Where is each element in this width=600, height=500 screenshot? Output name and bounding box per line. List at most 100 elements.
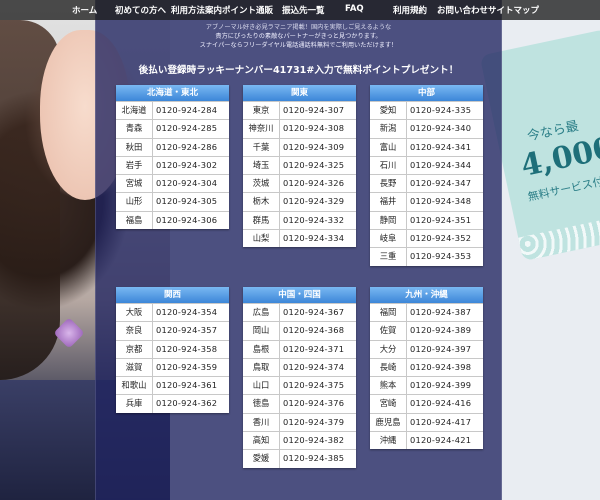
table-row: 和歌山 0120-924-361 (116, 376, 229, 395)
phone-number-link[interactable]: 0120-924-352 (410, 230, 471, 247)
phone-number-link[interactable]: 0120-924-361 (156, 377, 217, 394)
phone-number-link[interactable]: 0120-924-340 (410, 120, 471, 137)
phone-number-link[interactable]: 0120-924-376 (283, 395, 344, 412)
nav-item-7[interactable]: お問い合わせ (437, 4, 488, 16)
phone-number-link[interactable]: 0120-924-357 (156, 322, 217, 339)
nav-item-2[interactable]: 利用方法案内 (171, 4, 222, 16)
phone-number-link[interactable]: 0120-924-285 (156, 120, 217, 137)
table-row: 滋賀 0120-924-359 (116, 357, 229, 377)
nav-item-5[interactable]: FAQ (345, 4, 364, 14)
table-row: 奈良 0120-924-357 (116, 321, 229, 340)
prefecture-name: 岩手 (116, 156, 153, 175)
prefecture-name: 栃木 (243, 193, 280, 211)
phone-number-link[interactable]: 0120-924-362 (156, 395, 217, 412)
phone-number-link[interactable]: 0120-924-399 (410, 377, 471, 394)
phone-number-link[interactable]: 0120-924-308 (283, 120, 344, 137)
phone-number-link[interactable]: 0120-924-347 (410, 175, 471, 192)
table-row: 新潟 0120-924-340 (370, 119, 483, 138)
table-row: 山形 0120-924-305 (116, 192, 229, 211)
phone-number-link[interactable]: 0120-924-389 (410, 322, 471, 339)
prefecture-name: 和歌山 (116, 377, 153, 395)
phone-number-link[interactable]: 0120-924-382 (283, 432, 344, 449)
phone-number-link[interactable]: 0120-924-334 (283, 230, 344, 247)
phone-number-link[interactable]: 0120-924-353 (410, 248, 471, 265)
phone-number-link[interactable]: 0120-924-302 (156, 157, 217, 174)
prefecture-name: 滋賀 (116, 358, 153, 377)
table-row: 山梨 0120-924-334 (243, 229, 356, 248)
phone-number-link[interactable]: 0120-924-304 (156, 175, 217, 192)
nav-item-4[interactable]: 振込先一覧 (282, 4, 325, 16)
table-row: 京都 0120-924-358 (116, 339, 229, 358)
phone-number-link[interactable]: 0120-924-332 (283, 212, 344, 229)
table-row: 茨城 0120-924-326 (243, 174, 356, 193)
nav-item-8[interactable]: サイトマップ (488, 4, 539, 16)
phone-number-link[interactable]: 0120-924-344 (410, 157, 471, 174)
phone-number-link[interactable]: 0120-924-397 (410, 341, 471, 358)
prefecture-name: 鳥取 (243, 358, 280, 377)
phone-number-link[interactable]: 0120-924-417 (410, 414, 471, 431)
region-table: 中国・四国 広島 0120-924-367 岡山 0120-924-368 島根 0120-… (243, 287, 356, 468)
nav-item-3[interactable]: ポイント通販 (222, 4, 273, 16)
phone-number-link[interactable]: 0120-924-286 (156, 139, 217, 156)
nav-item-6[interactable]: 利用規約 (393, 4, 427, 16)
table-row: 石川 0120-924-344 (370, 155, 483, 175)
phone-number-link[interactable]: 0120-924-306 (156, 212, 217, 229)
phone-number-link[interactable]: 0120-924-307 (283, 102, 344, 119)
phone-number-link[interactable]: 0120-924-359 (156, 359, 217, 376)
prefecture-name: 長崎 (370, 358, 407, 377)
prefecture-name: 群馬 (243, 211, 280, 230)
table-row: 秋田 0120-924-286 (116, 137, 229, 156)
phone-number-link[interactable]: 0120-924-325 (283, 157, 344, 174)
table-row: 徳島 0120-924-376 (243, 394, 356, 413)
intro-line-2: 貴方にぴったりの素敵なパートナーがきっと見つかります。 (215, 33, 382, 40)
phone-number-link[interactable]: 0120-924-375 (283, 377, 344, 394)
region-header: 中部 (370, 85, 483, 101)
table-row: 千葉 0120-924-309 (243, 137, 356, 156)
prefecture-name: 山形 (116, 193, 153, 211)
prefecture-name: 青森 (116, 120, 153, 138)
phone-number-link[interactable]: 0120-924-358 (156, 341, 217, 358)
lucky-number-banner: 後払い登録時ラッキーナンバー41731#入力で無料ポイントプレゼント！ (138, 65, 459, 76)
prefecture-name: 山口 (243, 377, 280, 395)
nav-item-0[interactable]: ホーム (72, 4, 97, 16)
phone-number-link[interactable]: 0120-924-367 (283, 304, 344, 321)
prefecture-name: 石川 (370, 156, 407, 175)
phone-number-link[interactable]: 0120-924-354 (156, 304, 217, 321)
phone-number-link[interactable]: 0120-924-416 (410, 395, 471, 412)
phone-number-link[interactable]: 0120-924-309 (283, 139, 344, 156)
table-row: 群馬 0120-924-332 (243, 210, 356, 230)
phone-number-link[interactable]: 0120-924-351 (410, 212, 471, 229)
phone-number-link[interactable]: 0120-924-421 (410, 432, 471, 449)
prefecture-name: 奈良 (116, 322, 153, 340)
phone-number-link[interactable]: 0120-924-374 (283, 359, 344, 376)
table-row: 山口 0120-924-375 (243, 376, 356, 395)
phone-number-link[interactable]: 0120-924-335 (410, 102, 471, 119)
region-header: 関東 (243, 85, 356, 101)
phone-number-link[interactable]: 0120-924-379 (283, 414, 344, 431)
table-row: 福井 0120-924-348 (370, 192, 483, 211)
table-row: 鳥取 0120-924-374 (243, 357, 356, 377)
prefecture-name: 愛知 (370, 102, 407, 120)
phone-number-link[interactable]: 0120-924-387 (410, 304, 471, 321)
phone-number-link[interactable]: 0120-924-398 (410, 359, 471, 376)
table-row: 栃木 0120-924-329 (243, 192, 356, 211)
prefecture-name: 高知 (243, 432, 280, 450)
table-row: 熊本 0120-924-399 (370, 376, 483, 395)
phone-number-link[interactable]: 0120-924-341 (410, 139, 471, 156)
phone-number-link[interactable]: 0120-924-329 (283, 193, 344, 210)
phone-number-link[interactable]: 0120-924-368 (283, 322, 344, 339)
phone-number-link[interactable]: 0120-924-305 (156, 193, 217, 210)
prefecture-name: 香川 (243, 413, 280, 432)
phone-number-link[interactable]: 0120-924-326 (283, 175, 344, 192)
phone-number-link[interactable]: 0120-924-348 (410, 193, 471, 210)
region-table: 九州・沖縄 福岡 0120-924-387 佐賀 0120-924-389 大分 0120-… (370, 287, 483, 450)
prefecture-name: 岐阜 (370, 230, 407, 248)
table-row: 三重 0120-924-353 (370, 247, 483, 266)
phone-number-link[interactable]: 0120-924-385 (283, 450, 344, 467)
phone-number-link[interactable]: 0120-924-371 (283, 341, 344, 358)
prefecture-name: 長野 (370, 175, 407, 193)
table-row: 愛知 0120-924-335 (370, 101, 483, 120)
nav-item-1[interactable]: 初めての方へ (115, 4, 166, 16)
table-row: 岡山 0120-924-368 (243, 321, 356, 340)
phone-number-link[interactable]: 0120-924-284 (156, 102, 217, 119)
